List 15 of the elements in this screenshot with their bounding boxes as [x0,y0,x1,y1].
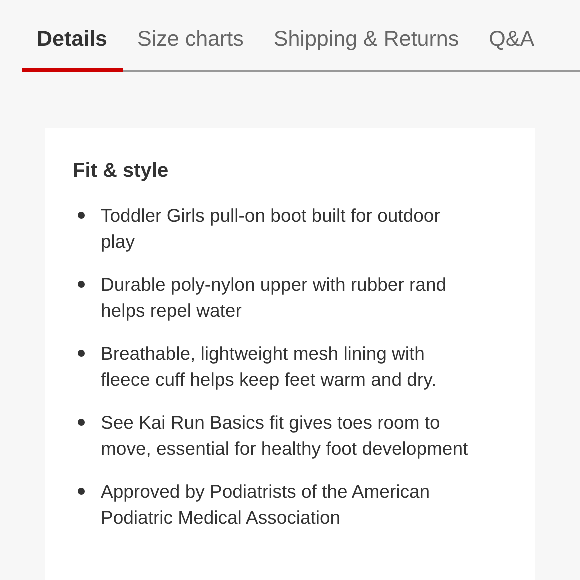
bullet-icon [78,488,85,495]
tab[interactable]: Size charts [122,25,259,72]
bullet-text: Breathable, lightweight mesh lining with fleece cuff helps keep feet warm and dry. [101,342,438,392]
tab[interactable]: Q&A [474,25,550,72]
bullet-icon [78,212,85,219]
bullet-icon [78,281,85,288]
bullet-text: Toddler Girls pull-on boot built for outdoor play [101,204,442,254]
bullet-icon [78,350,85,357]
bullet-text: See Kai Run Basics fit gives toes room to move, essential for healthy foot development [101,411,470,461]
bullet-text: Approved by Podiatrists of the American Podiatric Medical Association [101,480,432,530]
bullet-text: Durable poly-nylon upper with rubber rand helps repel water [101,273,448,323]
section-heading: Fit & style [73,160,170,183]
bullet-icon [78,419,85,426]
tab[interactable]: Shipping & Returns [258,25,474,72]
tab[interactable]: Details [22,25,123,72]
